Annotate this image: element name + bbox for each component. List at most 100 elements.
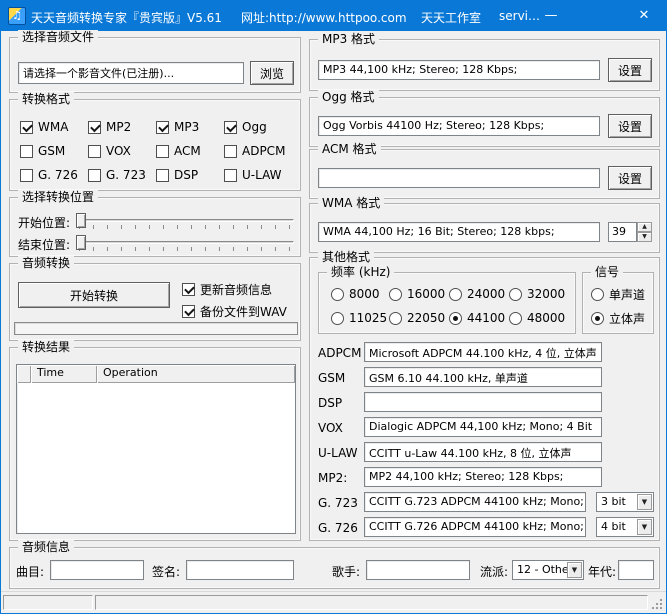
convert-group: 音频转换 开始转换 更新音频信息 备份文件到WAV <box>9 263 301 341</box>
radio-dot <box>389 312 402 325</box>
format-checkbox-mp3[interactable]: MP3 <box>156 120 199 134</box>
year-label: 年代: <box>588 563 616 580</box>
format-checkbox-wma[interactable]: WMA <box>20 120 68 134</box>
start-position-slider[interactable] <box>76 211 294 231</box>
freq-radio-24000[interactable]: 24000 <box>449 287 505 301</box>
radio-label: 32000 <box>527 287 565 301</box>
singer-input[interactable] <box>366 560 470 580</box>
track-input[interactable] <box>50 560 144 580</box>
row-label-g723: G. 723 <box>318 496 358 510</box>
freq-radio-11025[interactable]: 11025 <box>331 311 387 325</box>
results-list[interactable]: Time Operation <box>16 364 296 534</box>
checkbox-box <box>182 305 195 318</box>
g723-bit-select[interactable]: 3 bit ▼ <box>596 492 654 512</box>
browse-button[interactable]: 浏览 <box>250 61 294 85</box>
file-select-group-label: 选择音频文件 <box>18 30 98 44</box>
mp3-settings-button[interactable]: 设置 <box>608 58 652 82</box>
format-checkbox-gsm[interactable]: GSM <box>20 144 65 158</box>
close-button[interactable]: ✕ <box>622 1 666 31</box>
checkbox-box <box>224 121 237 134</box>
radio-dot <box>449 288 462 301</box>
start-convert-button[interactable]: 开始转换 <box>18 282 170 308</box>
wma-format-field[interactable]: WMA 44,100 Hz; 16 Bit; Stereo; 128 kbps; <box>318 222 600 242</box>
radio-label: 44100 <box>467 311 505 325</box>
results-header-operation[interactable]: Operation <box>97 365 295 383</box>
spinner-value[interactable]: 39 <box>608 222 637 242</box>
frequency-group: 频率 (kHz) 8000 16000 24000 32000 11025 22… <box>318 272 576 334</box>
year-input[interactable] <box>618 560 654 580</box>
row-value-g723[interactable]: CCITT G.723 ADPCM 44100 kHz; Mono; 3 <box>364 492 586 512</box>
format-checkbox-mp2[interactable]: MP2 <box>88 120 131 134</box>
freq-radio-16000[interactable]: 16000 <box>389 287 445 301</box>
signal-radio-stereo[interactable]: 立体声 <box>591 311 645 325</box>
slider-thumb[interactable] <box>76 213 86 228</box>
wma-group: WMA 格式 WMA 44,100 Hz; 16 Bit; Stereo; 12… <box>309 203 660 253</box>
mp3-format-field[interactable]: MP3 44,100 kHz; Stereo; 128 Kbps; <box>318 60 600 80</box>
acm-settings-button[interactable]: 设置 <box>608 166 652 190</box>
freq-radio-22050[interactable]: 22050 <box>389 311 445 325</box>
other-formats-group-label: 其他格式 <box>318 250 374 264</box>
slider-thumb[interactable] <box>76 235 86 250</box>
row-value-g726[interactable]: CCITT G.726 ADPCM 44100 kHz; Mono; 4 <box>364 517 586 537</box>
freq-radio-8000[interactable]: 8000 <box>331 287 380 301</box>
results-header-blank[interactable] <box>17 365 31 383</box>
row-value-adpcm[interactable]: Microsoft ADPCM 44.100 kHz, 4 位, 立体声 <box>364 342 602 362</box>
wma-quality-spinner[interactable]: 39 ▲ ▼ <box>608 222 652 242</box>
ogg-format-field[interactable]: Ogg Vorbis 44100 Hz; Stereo; 128 Kbps; <box>318 116 600 136</box>
chevron-down-icon[interactable]: ▼ <box>637 519 652 535</box>
results-header-time[interactable]: Time <box>31 365 97 383</box>
slider-ticks <box>79 247 291 251</box>
format-checkbox-acm[interactable]: ACM <box>156 144 201 158</box>
ogg-settings-button[interactable]: 设置 <box>608 114 652 138</box>
end-position-label: 结束位置: <box>18 236 70 253</box>
radio-dot <box>389 288 402 301</box>
backup-wav-checkbox[interactable]: 备份文件到WAV <box>182 304 287 318</box>
audio-info-group: 音频信息 曲目: 签名: 歌手: 流派: 12 - Other ▼ 年代: <box>9 547 660 589</box>
resize-grip[interactable] <box>651 598 663 610</box>
format-checkbox-ulaw[interactable]: U-LAW <box>224 168 282 182</box>
row-label-gsm: GSM <box>318 371 345 385</box>
checkbox-box <box>88 145 101 158</box>
spinner-up-icon[interactable]: ▲ <box>637 222 652 232</box>
chevron-down-icon[interactable]: ▼ <box>567 562 582 578</box>
checkbox-label: DSP <box>174 168 198 182</box>
checkbox-box <box>156 169 169 182</box>
freq-radio-48000[interactable]: 48000 <box>509 311 565 325</box>
format-checkbox-g723[interactable]: G. 723 <box>88 168 146 182</box>
genre-select[interactable]: 12 - Other ▼ <box>512 560 584 580</box>
g726-bit-select[interactable]: 4 bit ▼ <box>596 517 654 537</box>
slider-channel <box>76 219 294 222</box>
radio-dot <box>591 288 604 301</box>
file-path-input[interactable]: 请选择一个影音文件(已注册)... <box>18 62 244 84</box>
row-label-ulaw: U-LAW <box>318 446 358 460</box>
acm-format-field[interactable] <box>318 168 600 188</box>
app-window: ♫ 天天音频转换专家『贵宾版』V5.61 网址:http://www.httpo… <box>0 0 667 614</box>
singer-label: 歌手: <box>332 563 360 580</box>
format-checkbox-ogg[interactable]: Ogg <box>224 120 267 134</box>
minimize-button[interactable]: — <box>529 1 573 31</box>
row-value-ulaw[interactable]: CCITT u-Law 44.100 kHz, 8 位, 立体声 <box>364 442 602 462</box>
chevron-down-icon[interactable]: ▼ <box>637 494 652 510</box>
signal-group-label: 信号 <box>591 265 623 279</box>
row-value-dsp[interactable] <box>364 392 602 412</box>
sign-input[interactable] <box>186 560 294 580</box>
status-cell-main <box>95 595 648 610</box>
row-value-gsm[interactable]: GSM 6.10 44.100 kHz, 单声道 <box>364 367 602 387</box>
freq-radio-44100[interactable]: 44100 <box>449 311 505 325</box>
format-checkbox-g726[interactable]: G. 726 <box>20 168 78 182</box>
format-checkbox-vox[interactable]: VOX <box>88 144 131 158</box>
format-checkbox-adpcm[interactable]: ADPCM <box>224 144 285 158</box>
results-group: 转换结果 Time Operation <box>9 347 301 541</box>
freq-radio-32000[interactable]: 32000 <box>509 287 565 301</box>
update-info-checkbox[interactable]: 更新音频信息 <box>182 282 272 296</box>
track-label: 曲目: <box>16 563 44 580</box>
format-checkbox-dsp[interactable]: DSP <box>156 168 198 182</box>
row-value-vox[interactable]: Dialogic ADPCM 44,100 kHz; Mono; 4 Bit <box>364 417 602 437</box>
spinner-down-icon[interactable]: ▼ <box>637 232 652 242</box>
row-label-g726: G. 726 <box>318 521 358 535</box>
end-position-slider[interactable] <box>76 233 294 253</box>
row-label-adpcm: ADPCM <box>318 346 361 360</box>
signal-radio-mono[interactable]: 单声道 <box>591 287 645 301</box>
radio-label: 22050 <box>407 311 445 325</box>
row-value-mp2[interactable]: MP2 44,100 kHz; Stereo; 128 Kbps; <box>364 467 602 487</box>
